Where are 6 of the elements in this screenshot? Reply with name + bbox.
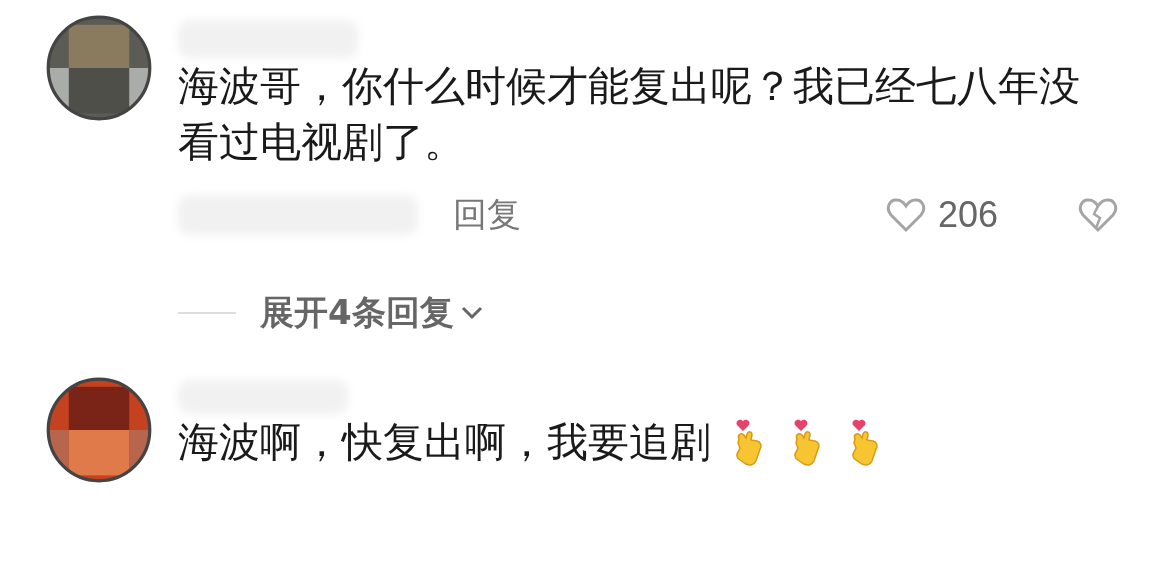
reply-link[interactable]: 回复 — [453, 192, 521, 238]
comment-text: 海波哥，你什么时候才能复出呢？我已经七八年没看过电视剧了。 — [178, 61, 1081, 168]
like-count: 206 — [937, 194, 998, 236]
chevron-down-icon[interactable] — [459, 305, 484, 321]
comment-text: 海波啊，快复出啊，我要追剧 — [178, 417, 711, 468]
expand-replies-link[interactable]: 展开4条回复 — [260, 290, 454, 336]
